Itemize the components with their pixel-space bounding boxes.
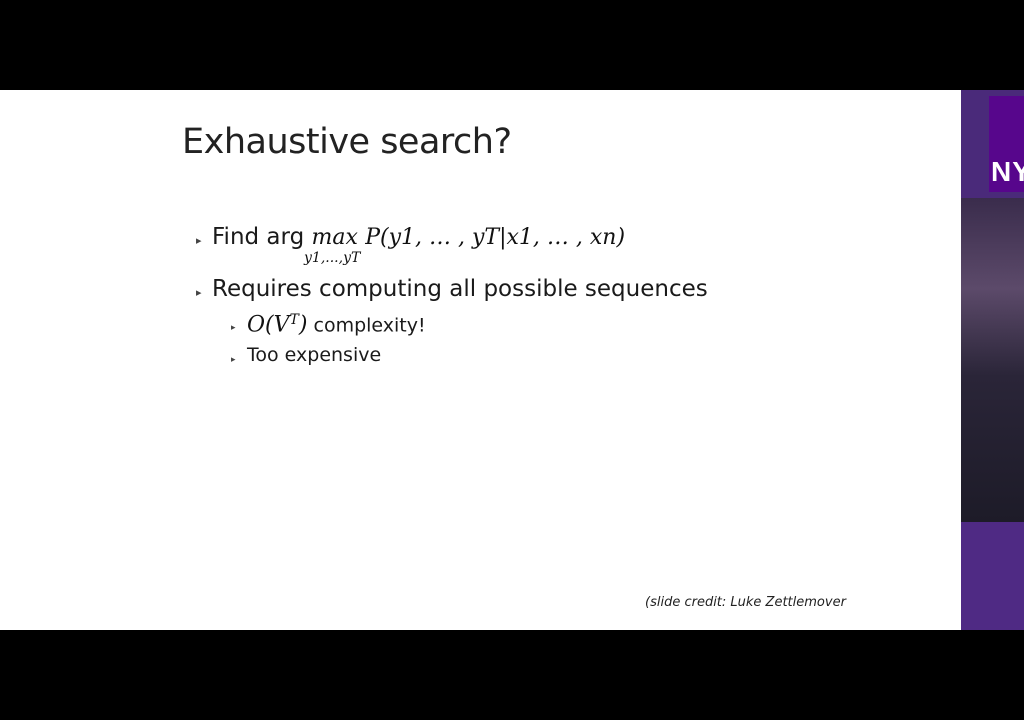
- slide-title: Exhaustive search?: [182, 122, 512, 162]
- sub-bullet-complexity: O(VT) complexity!: [247, 312, 426, 337]
- math-expression: P(y1, … , yT|x1, … , xn): [365, 225, 626, 250]
- math-max-subscript: y1,...,yT: [304, 250, 361, 266]
- nyu-logo-text: NY: [991, 156, 1024, 187]
- slide: Exhaustive search? ▸ Find arg max P(y1, …: [0, 90, 961, 630]
- bullet-marker-icon: ▸: [196, 235, 202, 247]
- math-superscript: T: [289, 312, 299, 328]
- presenter-video: [961, 198, 1024, 630]
- bullet-find-argmax: Find arg max P(y1, … , yT|x1, … , xn): [212, 224, 625, 250]
- sub-bullet-marker-icon: ▸: [231, 322, 236, 332]
- math-big-o: O(V: [247, 312, 290, 338]
- presenter-shirt: [961, 522, 1024, 630]
- sub-bullet-marker-icon: ▸: [231, 354, 236, 364]
- math-max: max: [311, 225, 358, 250]
- bullet-marker-icon: ▸: [196, 287, 202, 299]
- presenter-panel: NY: [961, 90, 1024, 630]
- complexity-text: complexity!: [313, 314, 426, 337]
- slide-credit: (slide credit: Luke Zettlemover: [645, 595, 846, 610]
- math-close-paren: ): [298, 312, 308, 338]
- bullet-requires: Requires computing all possible sequence…: [212, 276, 708, 302]
- sub-bullet-too-expensive: Too expensive: [247, 344, 382, 366]
- bullet-prefix: Find arg: [212, 224, 305, 250]
